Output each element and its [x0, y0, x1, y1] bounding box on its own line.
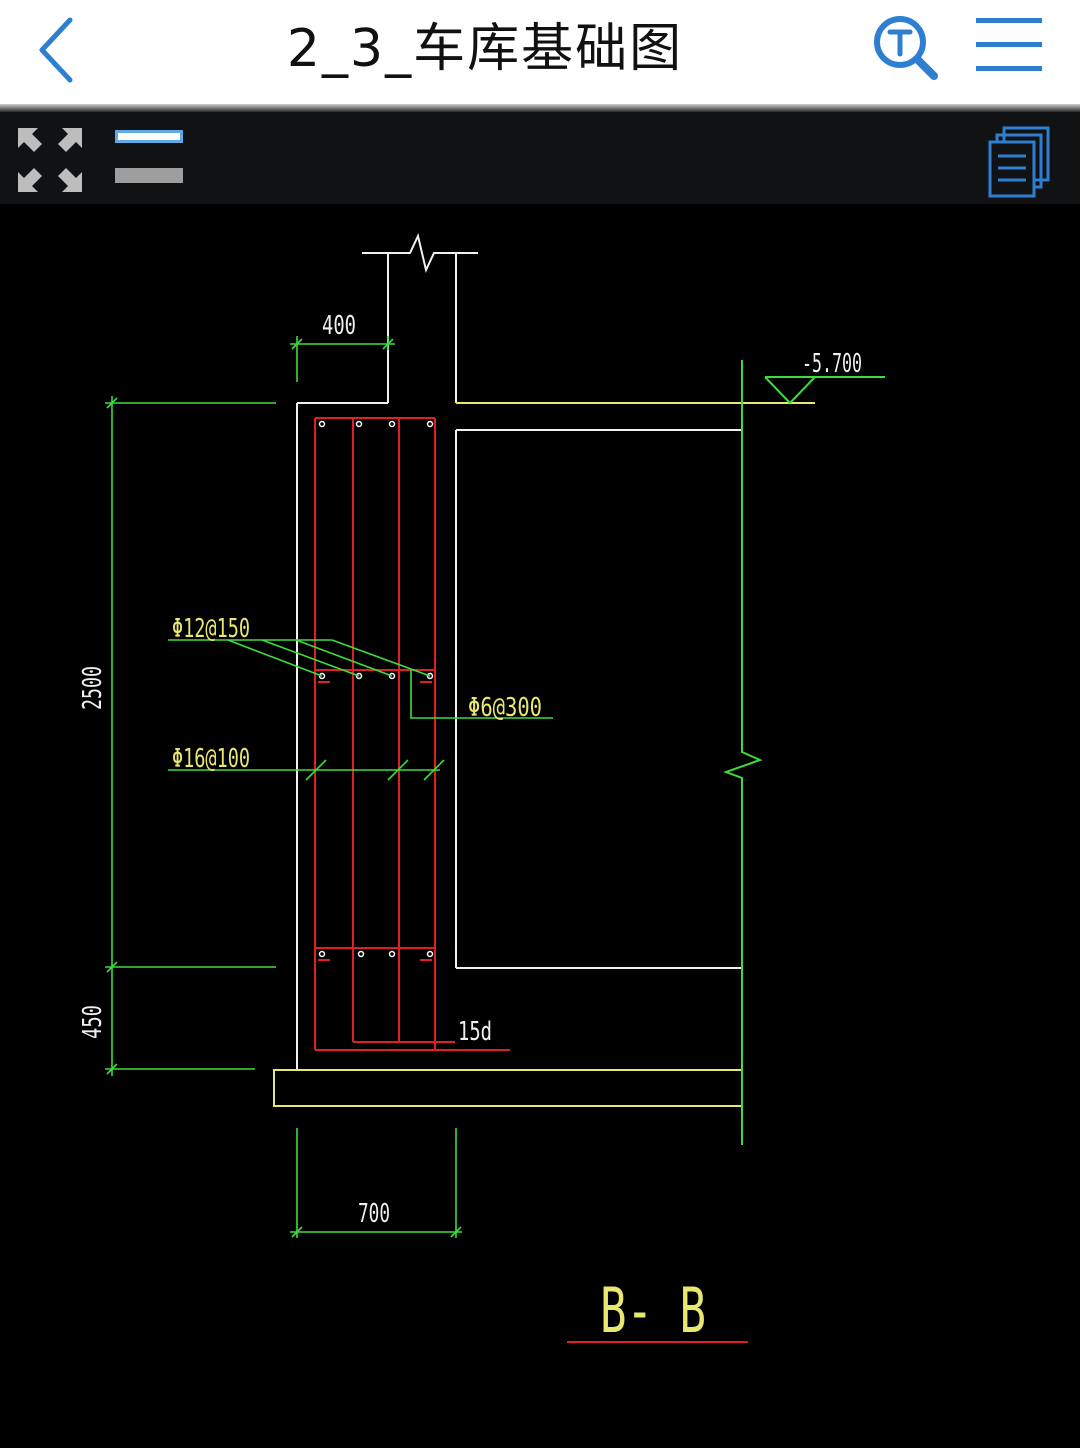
- rebar-hooks: [318, 681, 432, 961]
- documents-stack-icon: [988, 126, 1050, 198]
- dim-footing-height-label: 450: [78, 1005, 108, 1039]
- elevation-label: -5.700: [802, 349, 862, 379]
- layer-toggle-button[interactable]: [110, 124, 190, 196]
- text-search-button[interactable]: [866, 8, 946, 88]
- dim-top-width-label: 400: [322, 311, 356, 341]
- elevation-marker: [764, 376, 885, 405]
- wall-outline: [296, 232, 742, 1071]
- chevron-left-icon: [39, 17, 73, 83]
- rebar-horizontal-label: Φ12@150: [172, 614, 250, 644]
- header-shadow: [0, 104, 1080, 112]
- layers-toggle-icon: [115, 130, 183, 183]
- hamburger-menu-icon: [976, 18, 1042, 71]
- cad-drawing-canvas[interactable]: -5.700 400 2500 450 700 Φ12@150 Φ6@300 Φ…: [0, 0, 1080, 1448]
- dim-wall-height-label: 2500: [78, 666, 108, 710]
- rebar-dots: [318, 420, 434, 958]
- right-boundary: [723, 360, 763, 1145]
- section-title: B- B: [600, 1274, 706, 1347]
- menu-button[interactable]: [968, 8, 1054, 88]
- back-button[interactable]: [24, 8, 94, 88]
- app-header: 2_3_车库基础图: [0, 0, 1080, 104]
- fullscreen-button[interactable]: [14, 124, 86, 196]
- text-search-icon: [874, 16, 938, 80]
- rebar-cage: [314, 417, 510, 1051]
- rebar-vertical-label: Φ16@100: [172, 744, 250, 774]
- drawing-toolbar: [0, 112, 1080, 204]
- slab-lines: [273, 402, 815, 1107]
- dimension-lines: [105, 336, 553, 1238]
- expand-arrows-icon: [18, 128, 82, 192]
- dim-footing-width-label: 700: [358, 1199, 390, 1229]
- anchorage-label: 15d: [458, 1017, 492, 1047]
- page-title: 2_3_车库基础图: [286, 19, 684, 79]
- documents-button[interactable]: [984, 122, 1056, 202]
- rebar-tie-label: Φ6@300: [468, 693, 542, 723]
